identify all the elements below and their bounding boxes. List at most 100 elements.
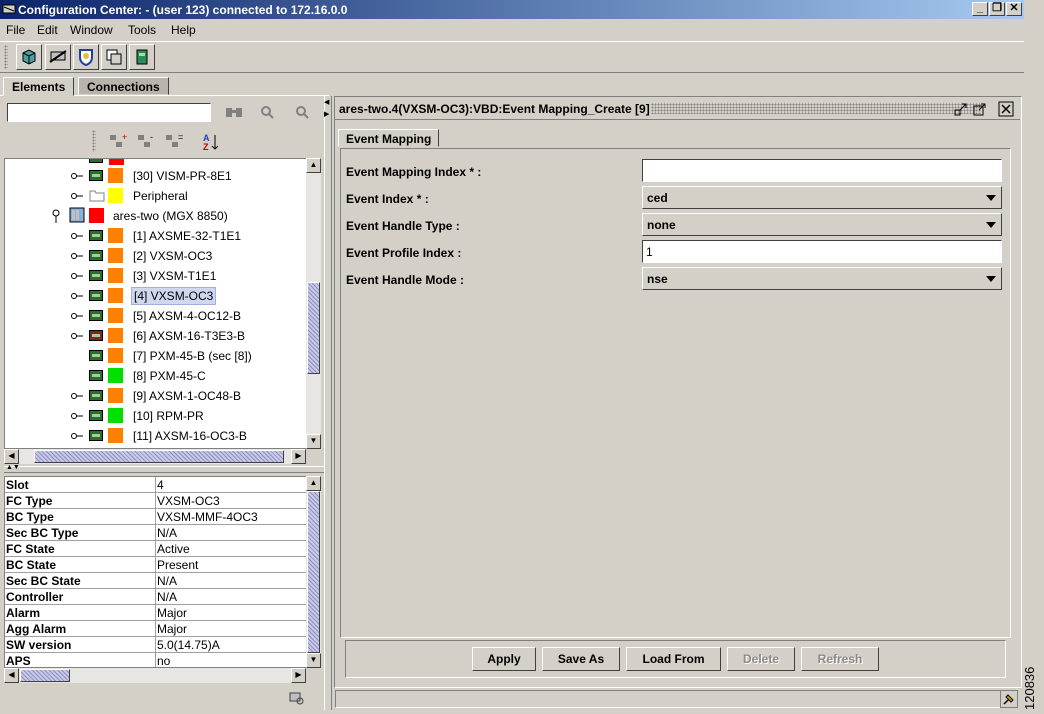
svg-text:+: + xyxy=(122,132,127,142)
apply-button[interactable]: Apply xyxy=(472,647,536,671)
expand-toggle-icon[interactable] xyxy=(71,272,83,280)
tree-toolbar-grip[interactable] xyxy=(92,130,96,152)
window-title: Configuration Center: - (user 123) conne… xyxy=(18,3,348,17)
card-icon xyxy=(89,390,103,401)
table-row: Sec BC State N/A xyxy=(5,573,306,589)
status-indicator xyxy=(108,408,123,423)
collapse-all-icon[interactable]: - xyxy=(136,132,156,150)
prop-key: SW version xyxy=(6,638,72,652)
maximize-frame-icon[interactable] xyxy=(972,101,988,117)
event-handle-type-select[interactable]: none xyxy=(642,213,1002,236)
prop-value: Active xyxy=(157,542,190,556)
expand-toggle-icon[interactable] xyxy=(71,312,83,320)
tree-item-label: [11] AXSM-16-OC3-B xyxy=(133,429,247,443)
menu-help[interactable]: Help xyxy=(171,23,196,37)
table-row: Slot 4 xyxy=(5,477,306,493)
prop-key: Sec BC Type xyxy=(6,526,79,540)
find-next-icon[interactable] xyxy=(292,104,312,120)
expand-toggle-icon[interactable] xyxy=(71,252,83,260)
expand-toggle-icon[interactable] xyxy=(71,332,83,340)
scroll-left-icon[interactable]: ◀ xyxy=(4,449,19,464)
sort-az-icon[interactable]: A Z xyxy=(201,132,221,152)
satellite-icon[interactable] xyxy=(45,44,71,70)
collapse-left-icon[interactable]: ◀ xyxy=(324,98,329,106)
tree-item-label: [1] AXSME-32-T1E1 xyxy=(133,229,242,243)
binoculars-icon[interactable] xyxy=(224,104,244,120)
scroll-up-icon[interactable]: ▲ xyxy=(306,476,321,491)
table-row: SW version 5.0(14.75)A xyxy=(5,637,306,653)
expand-toggle-icon[interactable] xyxy=(71,432,83,440)
network-lock-icon[interactable] xyxy=(288,690,306,706)
menu-tools[interactable]: Tools xyxy=(128,23,156,37)
scroll-up-icon[interactable]: ▲ xyxy=(306,158,321,173)
pane-divider[interactable]: ◀ ▶ xyxy=(324,96,332,710)
expand-toggle-icon[interactable] xyxy=(71,232,83,240)
folder-icon xyxy=(89,190,105,202)
tree-horizontal-scrollbar[interactable]: ◀ ▶ xyxy=(4,449,306,464)
title-bar: Configuration Center: - (user 123) conne… xyxy=(0,0,1024,19)
window-icon[interactable] xyxy=(101,44,127,70)
scroll-thumb[interactable] xyxy=(34,450,284,463)
event-handle-mode-label: Event Handle Mode : xyxy=(346,273,465,287)
expand-toggle-icon[interactable] xyxy=(71,172,83,180)
status-indicator xyxy=(108,308,123,323)
menu-window[interactable]: Window xyxy=(70,23,113,37)
splitter[interactable]: ▲▼ xyxy=(4,464,324,473)
splitter-arrows-icon[interactable]: ▲▼ xyxy=(6,464,20,471)
card-icon[interactable] xyxy=(129,44,155,70)
properties-vertical-scrollbar[interactable]: ▲ ▼ xyxy=(306,476,321,668)
tree-filter-icon[interactable]: = xyxy=(164,132,184,150)
svg-text:=: = xyxy=(178,132,183,142)
event-handle-mode-select[interactable]: nse xyxy=(642,267,1002,290)
tree-item-label: [3] VXSM-T1E1 xyxy=(133,269,217,283)
menu-edit[interactable]: Edit xyxy=(37,23,58,37)
collapse-right-icon[interactable]: ▶ xyxy=(324,110,329,118)
toolbar-grip[interactable] xyxy=(4,45,8,69)
find-prev-icon[interactable] xyxy=(257,104,277,120)
properties-table: Slot 4 FC Type VXSM-OC3 BC Type VXSM-MMF-4O… xyxy=(4,476,307,668)
card-icon xyxy=(89,330,103,341)
load-from-button[interactable]: Load From xyxy=(626,647,721,671)
close-icon[interactable]: ✕ xyxy=(1006,2,1022,16)
scroll-thumb[interactable] xyxy=(20,669,70,682)
shield-icon[interactable] xyxy=(73,44,99,70)
scroll-down-icon[interactable]: ▼ xyxy=(306,434,321,449)
scroll-left-icon[interactable]: ◀ xyxy=(4,668,19,683)
expand-all-icon[interactable]: + xyxy=(108,132,128,150)
app-icon xyxy=(2,4,16,14)
minimize-icon[interactable]: _ xyxy=(972,2,988,16)
event-mapping-index-field[interactable] xyxy=(642,159,1002,182)
close-frame-icon[interactable] xyxy=(998,101,1014,117)
tree-vertical-scrollbar[interactable]: ▲ ▼ xyxy=(306,158,321,449)
pin-icon[interactable] xyxy=(1000,690,1018,708)
menu-file[interactable]: File xyxy=(6,23,25,37)
expand-toggle-icon[interactable] xyxy=(71,412,83,420)
search-input[interactable] xyxy=(7,103,211,122)
refresh-button[interactable]: Refresh xyxy=(801,647,879,671)
save-as-button[interactable]: Save As xyxy=(542,647,620,671)
prop-key: APS xyxy=(6,654,31,668)
scroll-down-icon[interactable]: ▼ xyxy=(306,653,321,668)
event-profile-index-field[interactable]: 1 xyxy=(642,240,1002,263)
event-index-select[interactable]: ced xyxy=(642,186,1002,209)
status-indicator xyxy=(108,328,123,343)
scroll-thumb[interactable] xyxy=(307,282,320,374)
expand-toggle-icon[interactable] xyxy=(71,192,83,200)
restore-icon[interactable]: ❐ xyxy=(989,2,1005,16)
tab-event-mapping[interactable]: Event Mapping xyxy=(338,129,440,147)
expand-toggle-icon[interactable] xyxy=(71,292,83,300)
element-tree[interactable]: [30] VISM-PR-8E1 Peripheral ares-two (MG… xyxy=(4,158,307,449)
scroll-right-icon[interactable]: ▶ xyxy=(291,668,306,683)
minimize-frame-icon[interactable] xyxy=(953,101,969,117)
cube-icon[interactable] xyxy=(16,44,42,70)
node-expanded-icon[interactable] xyxy=(51,209,61,223)
expand-toggle-icon[interactable] xyxy=(71,392,83,400)
delete-button[interactable]: Delete xyxy=(727,647,795,671)
scroll-thumb[interactable] xyxy=(307,491,320,653)
tab-elements[interactable]: Elements xyxy=(3,77,75,96)
tab-connections[interactable]: Connections xyxy=(78,77,169,95)
properties-horizontal-scrollbar[interactable]: ◀ ▶ xyxy=(4,668,306,683)
scroll-right-icon[interactable]: ▶ xyxy=(291,449,306,464)
tree-item-label: [8] PXM-45-C xyxy=(133,369,206,383)
status-indicator xyxy=(108,428,123,443)
